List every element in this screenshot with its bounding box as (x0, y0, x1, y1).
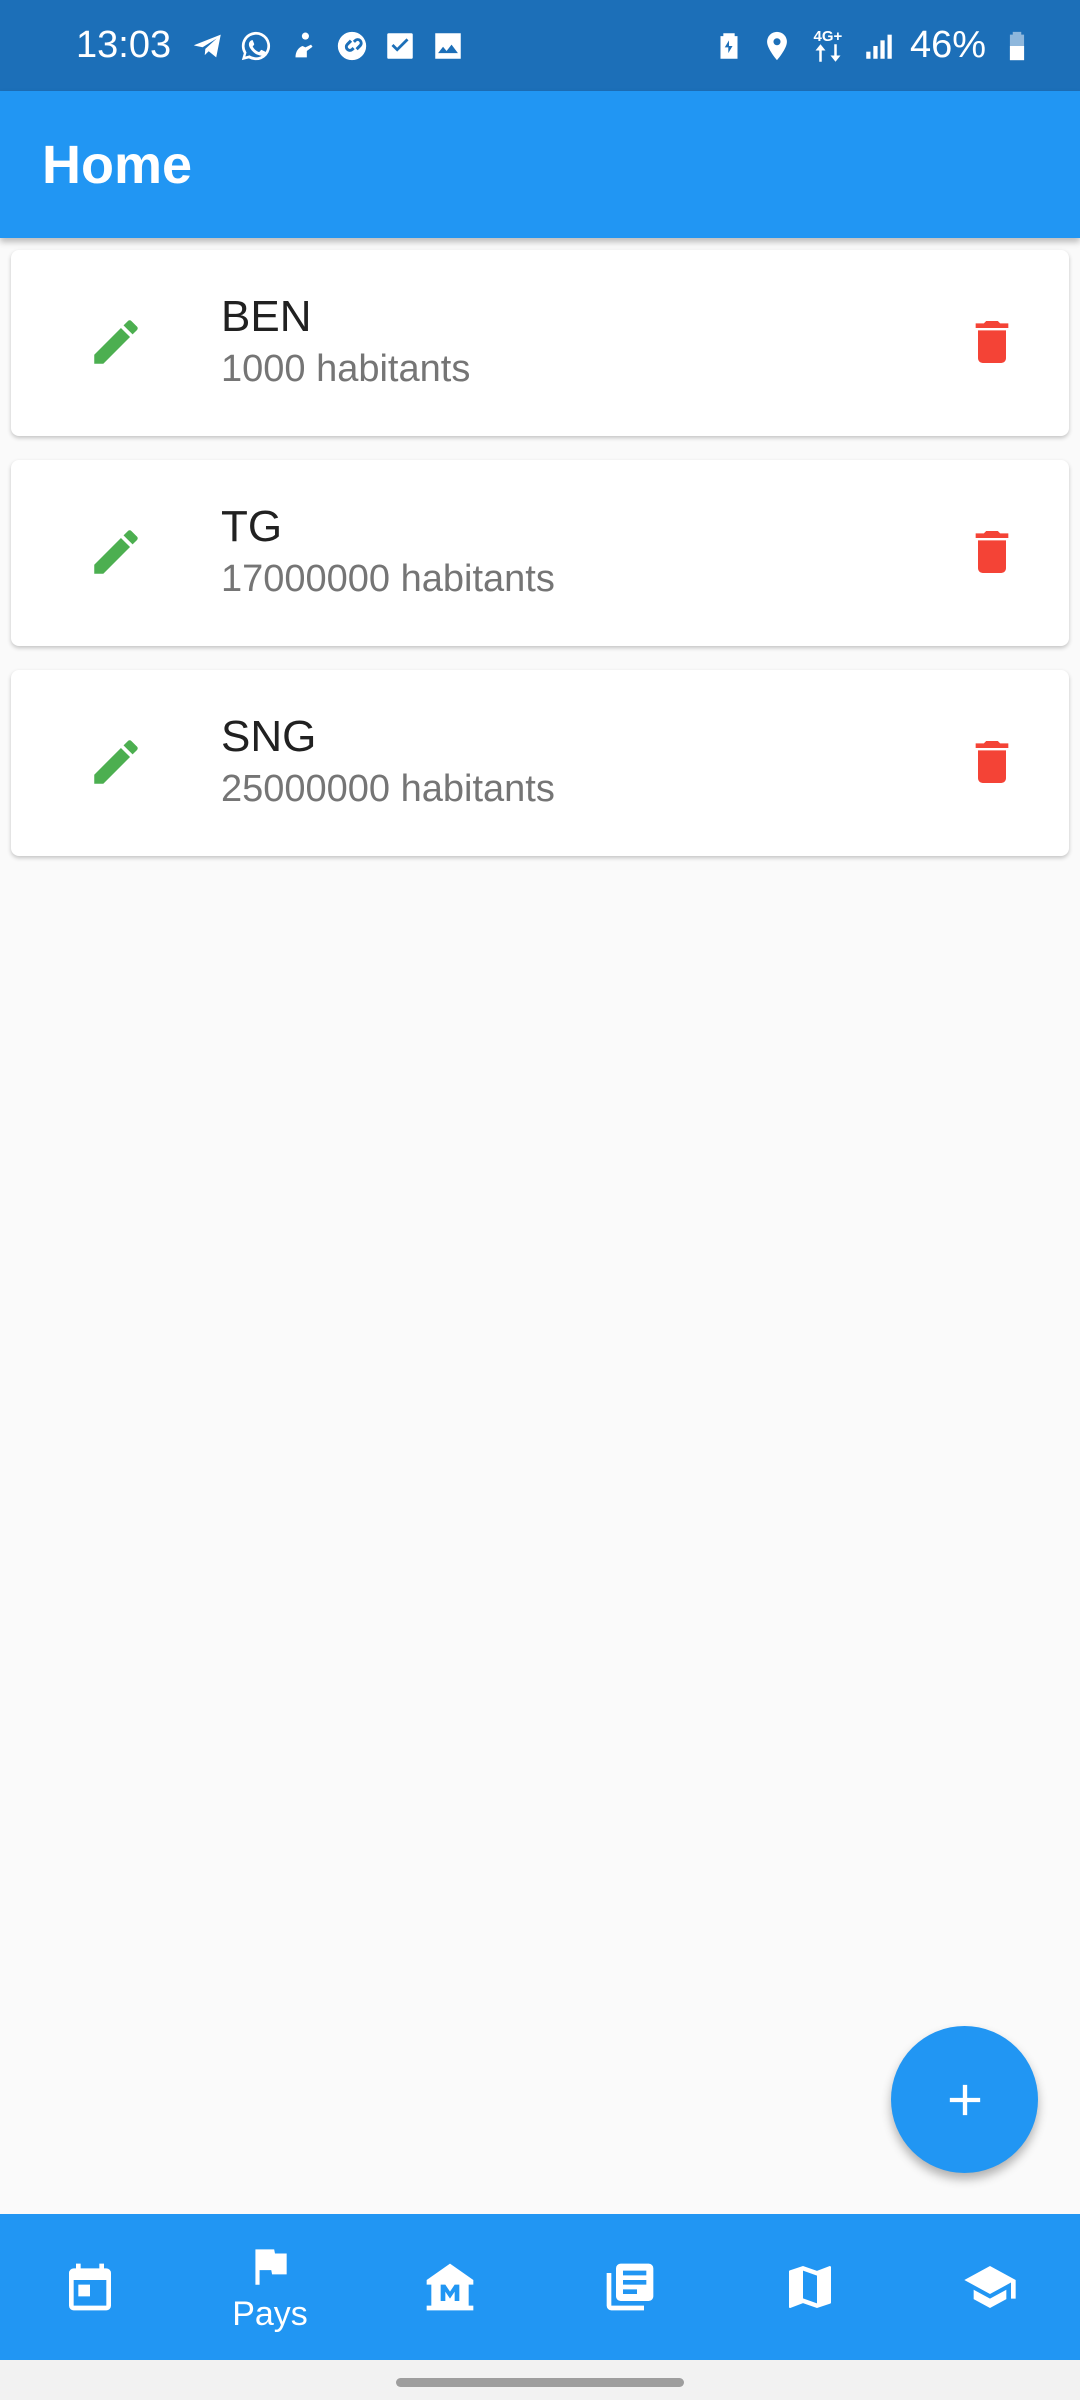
country-name: BEN (221, 292, 312, 341)
add-icon (949, 2084, 980, 2115)
battery-percentage: 46% (909, 24, 986, 66)
trash-icon (975, 741, 1009, 783)
museum-icon (426, 2263, 474, 2311)
shazam-icon (335, 29, 369, 63)
list-item-texts: TG 17000000 habitants (221, 500, 555, 604)
nav-item-museum[interactable] (360, 2214, 540, 2360)
list-item-texts: BEN 1000 habitants (221, 290, 470, 394)
gesture-handle[interactable] (396, 2378, 684, 2387)
library-books-icon (606, 2263, 654, 2311)
page-title: Home (42, 134, 193, 195)
pencil-icon (94, 530, 138, 574)
delete-button[interactable] (955, 305, 1029, 379)
add-country-button[interactable] (891, 2026, 1038, 2173)
notification-icon (287, 29, 321, 63)
system-gesture-area (0, 2360, 1080, 2400)
network-type: 4G+ (813, 28, 843, 45)
list-item[interactable]: TG 17000000 habitants (11, 460, 1069, 646)
whatsapp-icon (239, 29, 273, 63)
status-left: 13:03 (76, 24, 465, 67)
nav-item-map[interactable] (720, 2214, 900, 2360)
list-item[interactable]: SNG 25000000 habitants (11, 670, 1069, 856)
delete-button[interactable] (955, 515, 1029, 589)
edit-button[interactable] (79, 515, 153, 589)
location-icon (760, 29, 794, 63)
bottom-navigation: Pays (0, 2214, 1080, 2360)
country-population: 1000 habitants (221, 348, 471, 390)
nav-item-library[interactable] (540, 2214, 720, 2360)
school-icon (964, 2266, 1016, 2308)
checkbox-icon (383, 29, 417, 63)
country-population: 25000000 habitants (221, 768, 555, 810)
country-population: 17000000 habitants (221, 558, 555, 600)
map-icon (789, 2266, 831, 2308)
nav-item-label: Pays (232, 2294, 308, 2333)
list-item-texts: SNG 25000000 habitants (221, 710, 555, 814)
gallery-icon (431, 29, 465, 63)
data-arrows-icon: 4G+ (808, 29, 848, 63)
pencil-icon (94, 320, 138, 364)
flag-icon (255, 2248, 287, 2285)
app-bar: Home (0, 91, 1080, 238)
edit-button[interactable] (79, 305, 153, 379)
trash-icon (975, 321, 1009, 363)
status-right: 4G+ 46% (712, 24, 1034, 67)
list-item[interactable]: BEN 1000 habitants (11, 250, 1069, 436)
country-list: BEN 1000 habitants TG 17000000 habitants… (11, 250, 1069, 880)
status-bar: 13:03 4G+ 46% (0, 0, 1080, 91)
telegram-icon (191, 29, 225, 63)
trash-icon (975, 531, 1009, 573)
nav-item-calendar[interactable] (0, 2214, 180, 2360)
edit-button[interactable] (79, 725, 153, 799)
status-time: 13:03 (76, 24, 172, 66)
country-name: TG (221, 502, 283, 551)
battery-saver-icon (712, 29, 746, 63)
pencil-icon (94, 740, 138, 784)
calendar-icon (69, 2263, 111, 2311)
nav-item-pays[interactable]: Pays (180, 2214, 360, 2360)
country-name: SNG (221, 712, 317, 761)
delete-button[interactable] (955, 725, 1029, 799)
signal-icon (862, 29, 896, 63)
nav-item-school[interactable] (900, 2214, 1080, 2360)
battery-icon (1000, 29, 1034, 63)
